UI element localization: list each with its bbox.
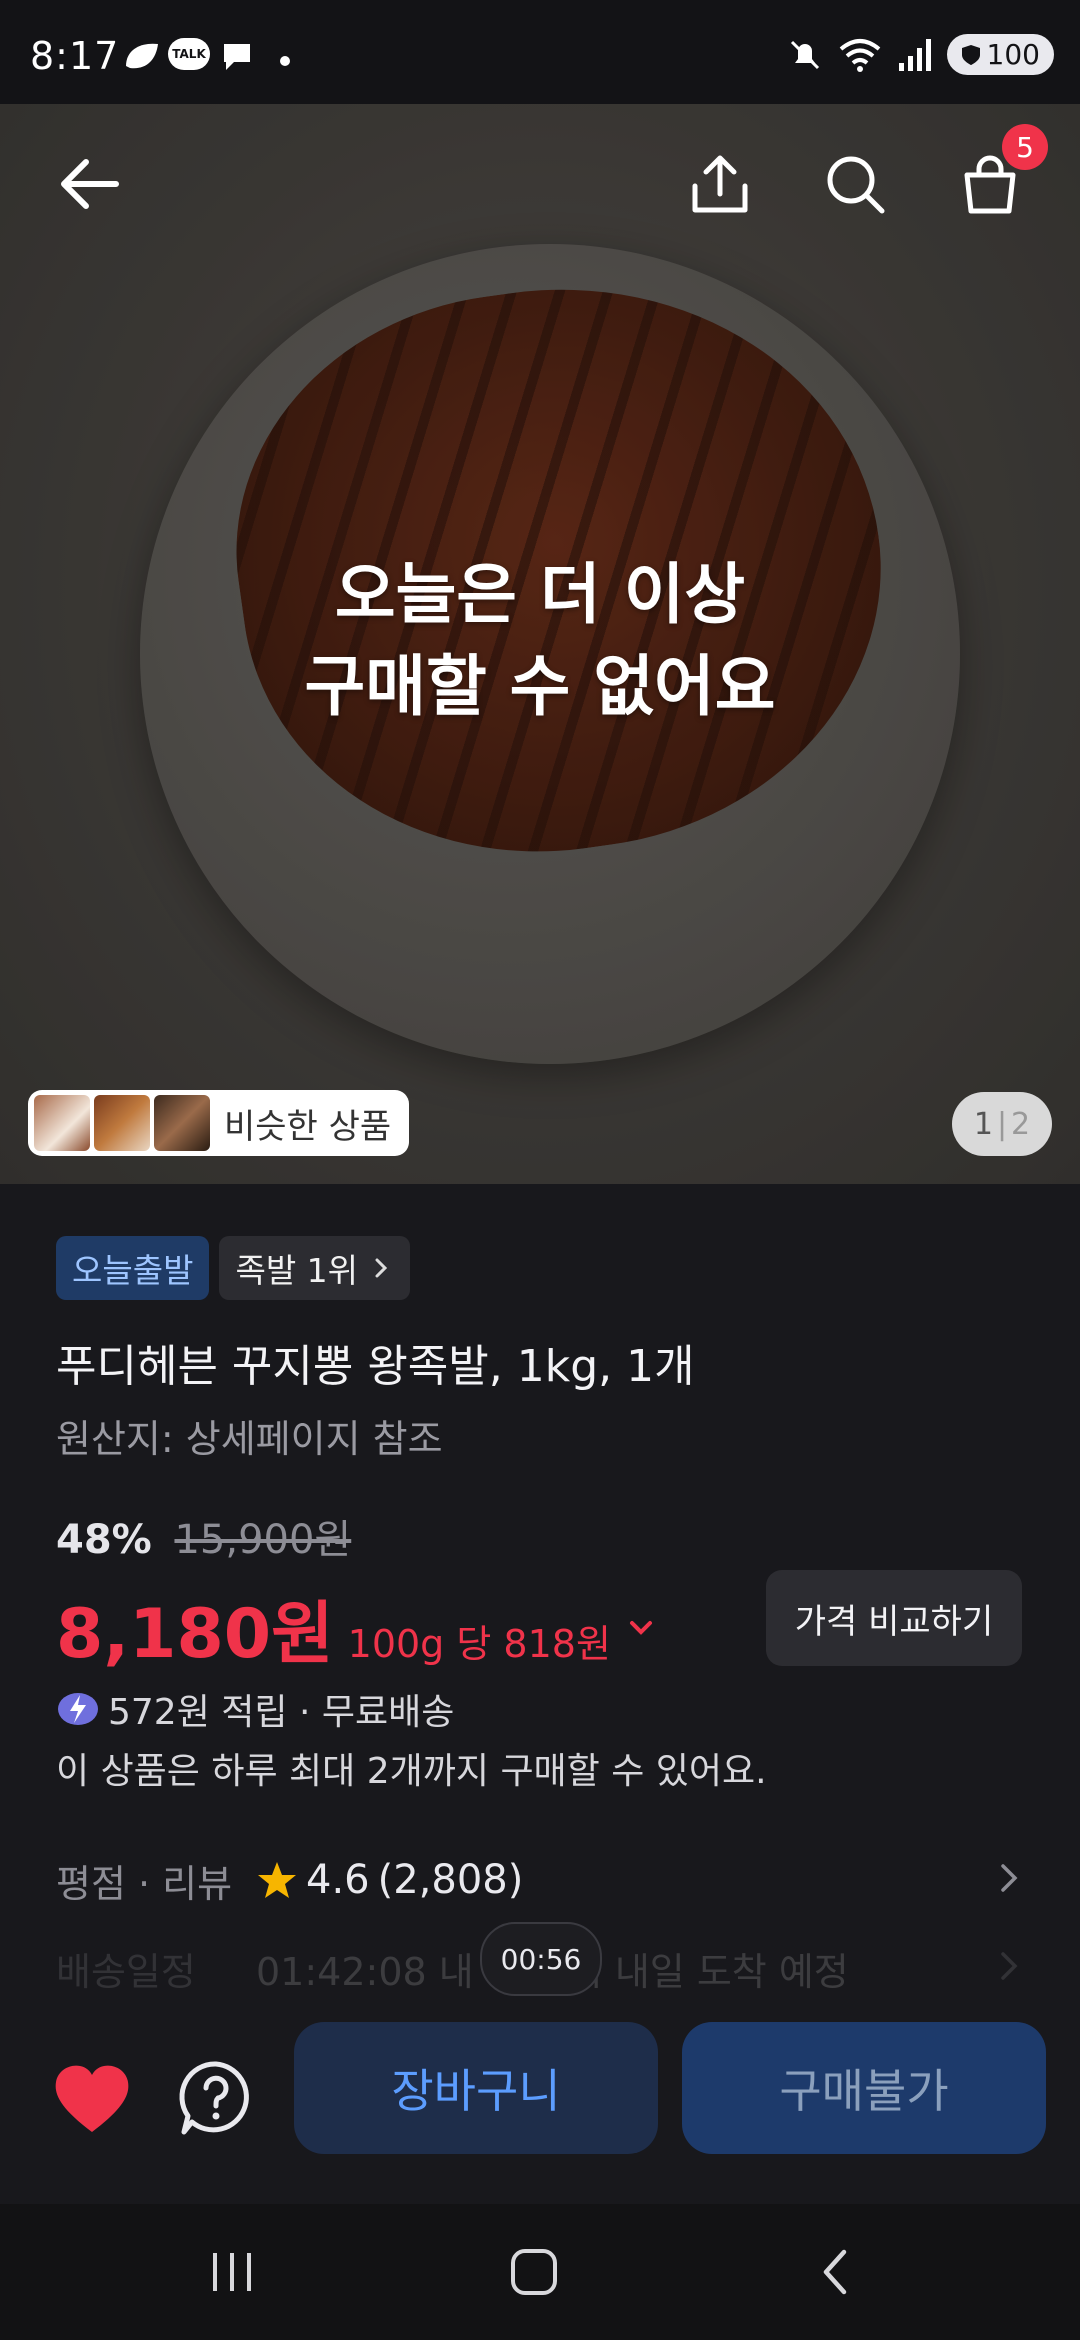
review-count: (2,808) (377, 1857, 524, 1903)
chevron-right-icon (1001, 1864, 1018, 1892)
pager-current: 1 (973, 1106, 993, 1142)
question-bubble-icon (179, 2061, 249, 2135)
wishlist-button[interactable] (52, 2062, 132, 2138)
talk-label: TALK (172, 47, 206, 61)
purchase-limit-notice: 이 상품은 하루 최대 2개까지 구매할 수 있어요. (56, 1751, 767, 1792)
image-pager: 1 | 2 (952, 1092, 1052, 1156)
shield-icon (961, 44, 980, 65)
message-icon (224, 44, 250, 70)
sale-price: 8,180원 (56, 1595, 334, 1674)
similar-thumb-1 (34, 1095, 90, 1151)
lightning-points-icon (58, 1693, 98, 1725)
status-right: 100 (787, 34, 1054, 75)
points-shipping-info: 572원 적립 · 무료배송 (56, 1683, 454, 1735)
home-button[interactable] (494, 2242, 574, 2302)
similar-thumb-3 (154, 1095, 210, 1151)
pager-total: 2 (1011, 1106, 1031, 1142)
recent-apps-button[interactable] (192, 2242, 272, 2302)
add-to-cart-button[interactable]: 장바구니 (294, 2022, 658, 2154)
star-icon (258, 1862, 296, 1898)
dot-icon (280, 56, 290, 66)
wifi-icon (839, 38, 880, 72)
unit-price[interactable]: 100g 당 818원 (348, 1613, 611, 1668)
rating-value: 4.6 (2,808) (256, 1857, 523, 1903)
inquiry-button[interactable] (178, 2060, 254, 2140)
chevron-right-icon (1001, 1952, 1018, 1980)
soldout-line-2: 구매할 수 없어요 (304, 648, 776, 725)
mute-icon (790, 40, 819, 69)
product-origin: 원산지: 상세페이지 참조 (56, 1417, 443, 1461)
heart-icon (55, 2065, 129, 2132)
back-button[interactable] (50, 144, 130, 224)
price-info: 8,180원 100g 당 818원 (56, 1578, 657, 1677)
system-navigation-bar (0, 2204, 1080, 2340)
chevron-right-icon (375, 1258, 388, 1278)
product-image[interactable]: 오늘은 더 이상 구매할 수 없어요 5 (0, 104, 1080, 1184)
rating-review-row[interactable]: 평점 · 리뷰 4.6 (2,808) (56, 1850, 1024, 1910)
similar-products-button[interactable]: 비슷한 상품 (28, 1090, 410, 1156)
bottom-action-bar: 장바구니 구매불가 (0, 2010, 1080, 2204)
home-icon (511, 2249, 557, 2295)
original-price: 15,900원 (174, 1517, 352, 1563)
search-button[interactable] (815, 144, 895, 224)
price-compare-button[interactable]: 가격 비교하기 (766, 1570, 1022, 1666)
battery-indicator: 100 (946, 34, 1054, 75)
floating-timer[interactable]: 00:56 (480, 1922, 602, 1996)
share-icon (692, 155, 748, 213)
chevron-left-icon (823, 2249, 847, 2295)
category-rank-badge[interactable]: 족발 1위 (219, 1236, 411, 1300)
chevron-down-icon[interactable] (625, 1612, 657, 1644)
rating-score: 4.6 (306, 1857, 370, 1903)
product-title: 푸디헤븐 꾸지뽕 왕족발, 1kg, 1개 (56, 1341, 695, 1392)
battery-level: 100 (986, 38, 1040, 71)
cart-count-badge: 5 (1002, 124, 1048, 170)
recent-apps-icon (213, 2253, 251, 2291)
similar-thumb-2 (94, 1095, 150, 1151)
search-icon (827, 156, 885, 214)
rating-label: 평점 · 리뷰 (56, 1861, 233, 1906)
kakaotalk-icon: TALK (168, 38, 210, 70)
similar-products-label: 비슷한 상품 (224, 1106, 392, 1147)
buy-unavailable-button[interactable]: 구매불가 (682, 2022, 1046, 2154)
soldout-line-1: 오늘은 더 이상 (334, 556, 746, 633)
soldout-message: 오늘은 더 이상 구매할 수 없어요 (0, 549, 1080, 733)
status-bar: 8:17 TALK 100 (0, 0, 1080, 104)
cart-button[interactable]: 5 (950, 124, 1048, 224)
share-button[interactable] (680, 144, 760, 224)
arrow-left-icon (61, 159, 119, 209)
delivery-badge: 오늘출발 (56, 1236, 210, 1300)
pager-separator: | (996, 1106, 1008, 1142)
leaf-notification-icon (126, 43, 158, 69)
category-rank-label: 족발 1위 (235, 1251, 359, 1290)
discount-percent: 48% (56, 1517, 152, 1563)
signal-icon (898, 38, 931, 71)
status-time: 8:17 (30, 34, 120, 78)
shipping-label: 배송일정 (56, 1949, 196, 1994)
points-label: 572원 적립 · 무료배송 (108, 1692, 455, 1733)
system-back-button[interactable] (796, 2242, 876, 2302)
product-badges: 오늘출발 족발 1위 (56, 1236, 411, 1300)
discount-info: 48% 15,900원 (56, 1507, 351, 1565)
